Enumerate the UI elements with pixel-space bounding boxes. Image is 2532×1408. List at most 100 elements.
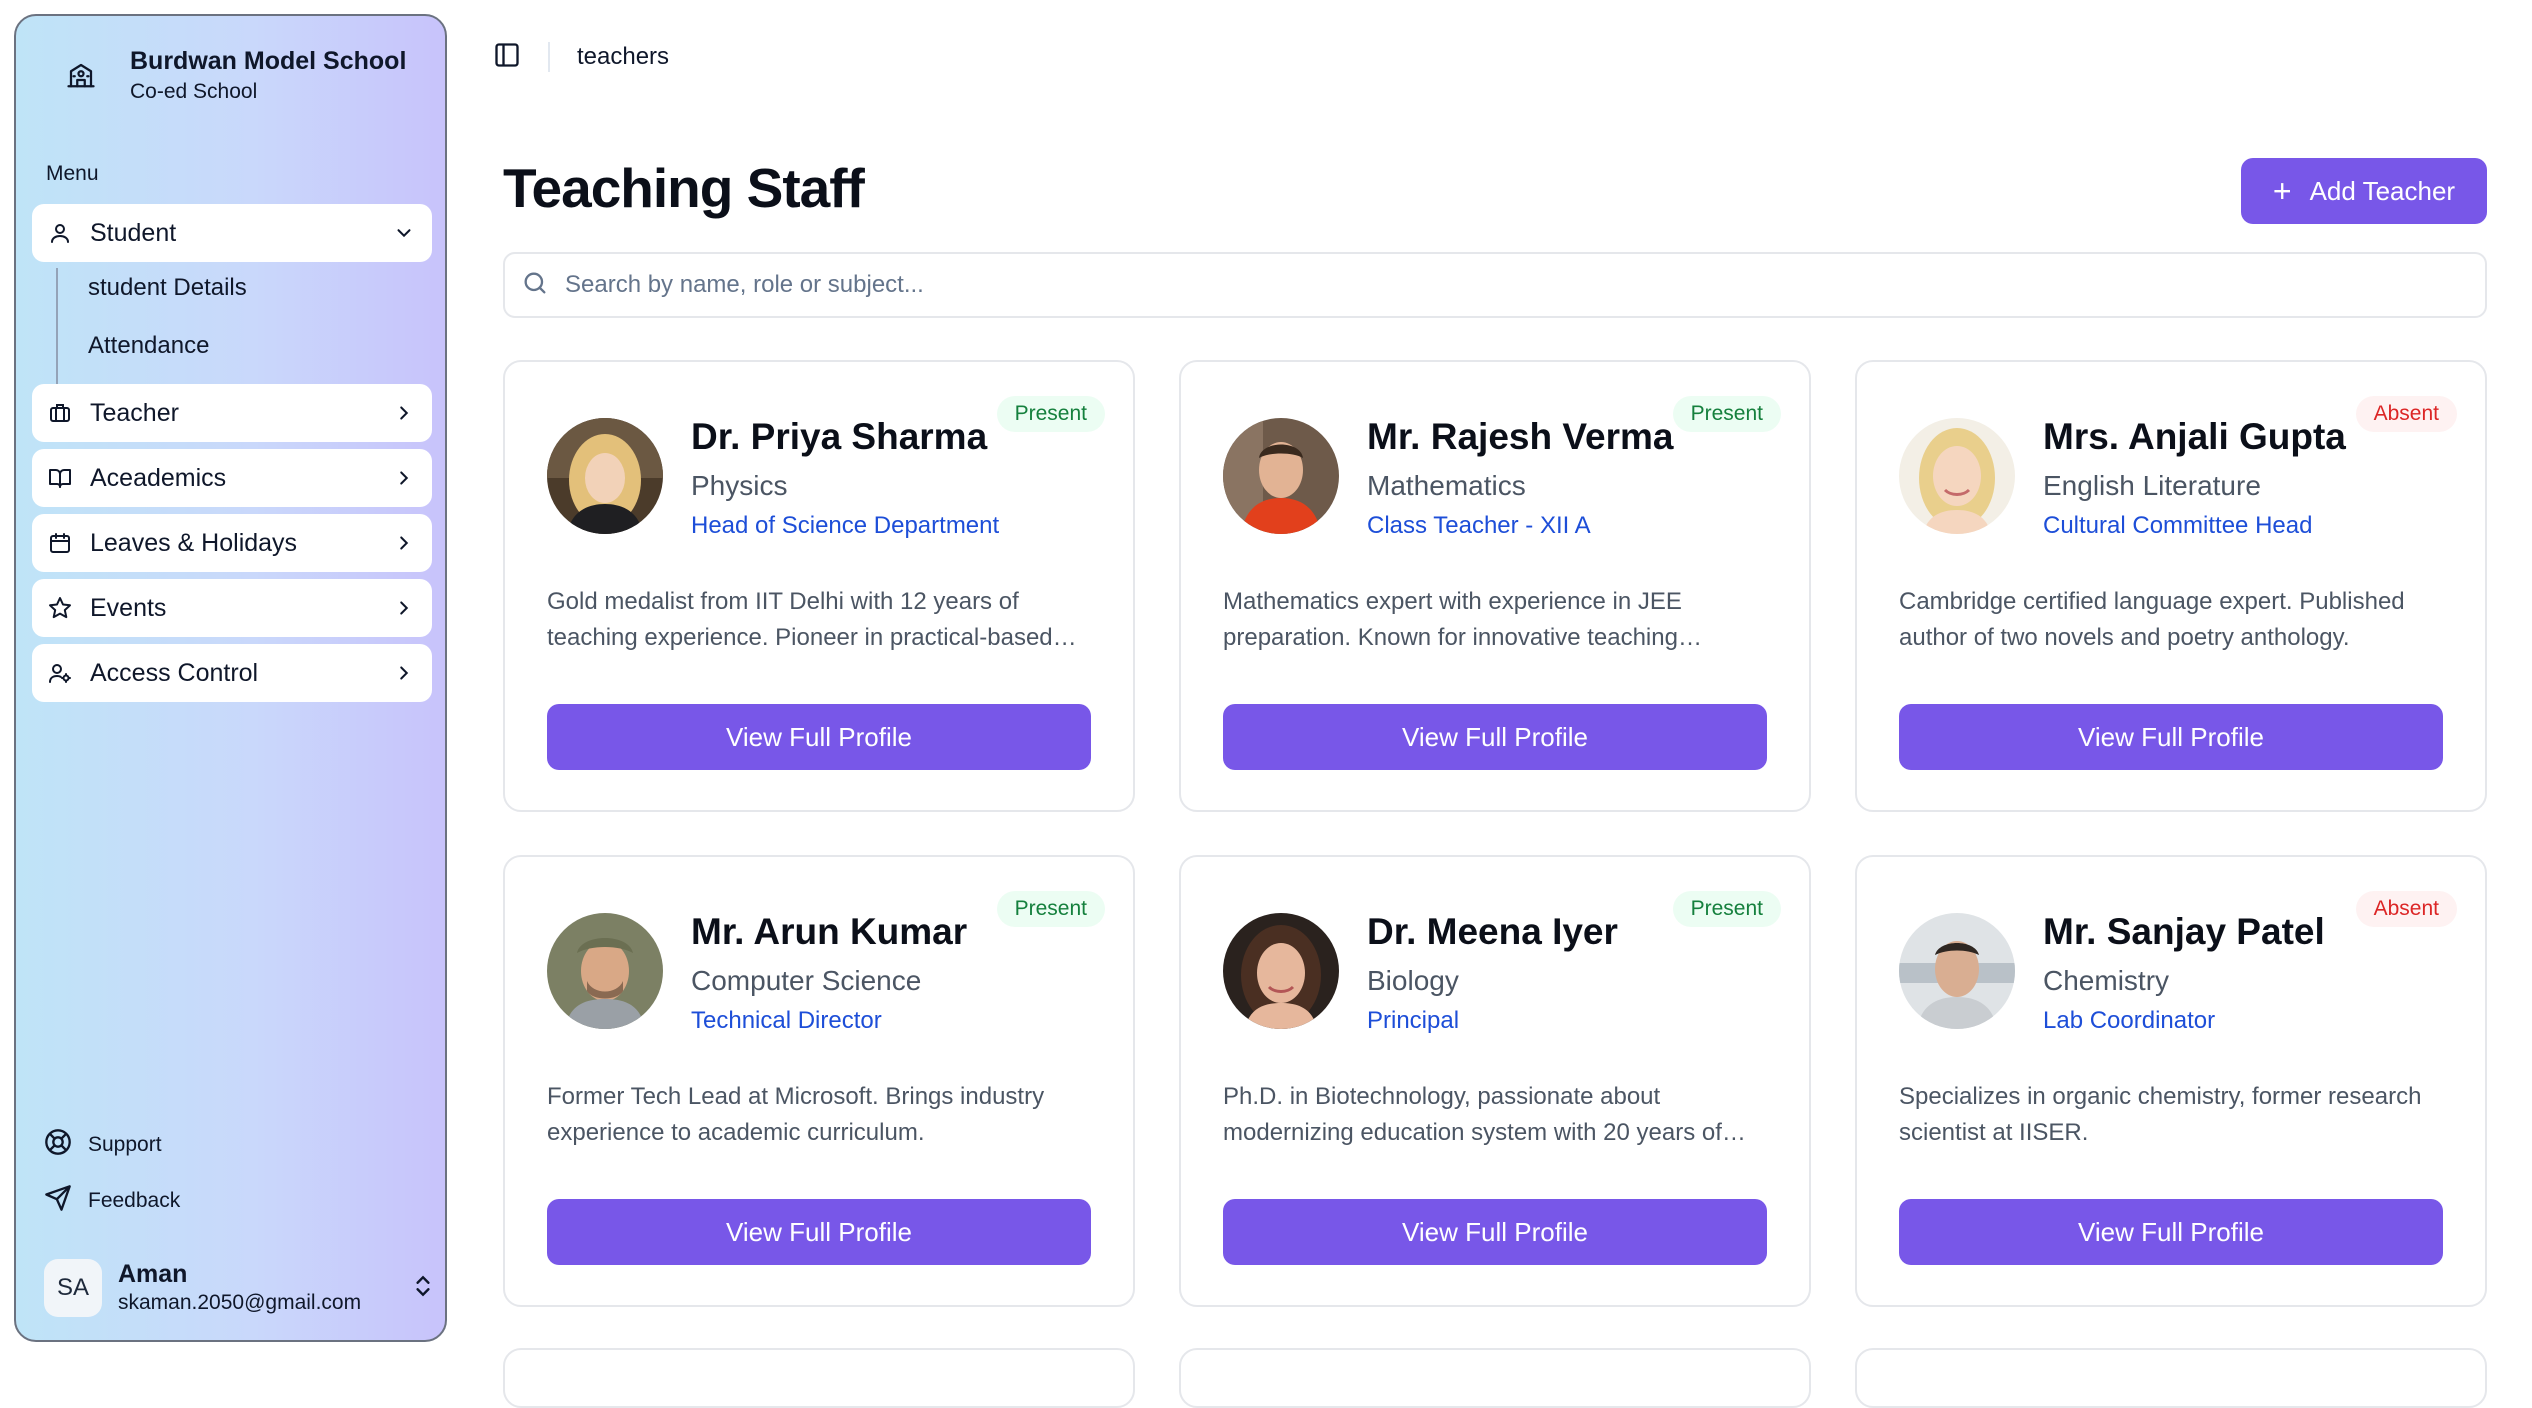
- teacher-subject: Chemistry: [2043, 965, 2170, 996]
- teacher-photo: [547, 418, 663, 534]
- calendar-icon: [46, 529, 74, 557]
- sidebar-item-academics[interactable]: Aceademics: [32, 449, 432, 507]
- teacher-card: Mr. Arun Kumar Computer Science Technica…: [503, 855, 1135, 1307]
- plus-icon: +: [2272, 173, 2292, 209]
- chevron-right-icon: [390, 529, 418, 557]
- sidebar-item-label: Access Control: [90, 658, 259, 687]
- school-name: Burdwan Model School: [130, 47, 407, 75]
- status-badge: Present: [996, 396, 1105, 432]
- status-badge: Absent: [2355, 396, 2457, 432]
- feedback-link[interactable]: Feedback: [44, 1184, 180, 1217]
- teacher-bio: Former Tech Lead at Microsoft. Brings in…: [547, 1083, 1045, 1146]
- status-badge: Present: [1672, 891, 1781, 927]
- status-badge: Absent: [2355, 891, 2457, 927]
- teacher-bio: Cambridge certified language expert. Pub…: [1899, 588, 2405, 651]
- user-email: skaman.2050@gmail.com: [118, 1291, 362, 1314]
- briefcase-icon: [46, 399, 74, 427]
- status-badge: Present: [1672, 396, 1781, 432]
- teacher-card: Mrs. Anjali Gupta English Literature Cul…: [1855, 360, 2487, 812]
- breadcrumb[interactable]: teachers: [577, 43, 669, 71]
- teacher-subject: Physics: [691, 470, 788, 501]
- teacher-card-partial: [1179, 1348, 1811, 1408]
- add-teacher-button[interactable]: + Add Teacher: [2241, 158, 2487, 224]
- view-full-profile-button[interactable]: View Full Profile: [547, 704, 1091, 770]
- sidebar-item-label: Teacher: [90, 398, 179, 427]
- teacher-role[interactable]: Class Teacher - XII A: [1367, 512, 1591, 540]
- sidebar: Burdwan Model School Co-ed School Menu S…: [14, 14, 447, 1342]
- sidebar-item-label: Aceademics: [90, 463, 227, 492]
- teacher-name: Mr. Sanjay Patel: [2043, 911, 2325, 952]
- teacher-photo: [1899, 418, 2015, 534]
- sidebar-subitem-student-details[interactable]: student Details: [88, 274, 247, 302]
- sidebar-item-label: Student: [90, 218, 177, 247]
- teacher-card: Mr. Rajesh Verma Mathematics Class Teach…: [1179, 360, 1811, 812]
- avatar: SA: [44, 1259, 102, 1317]
- sidebar-subitem-attendance[interactable]: Attendance: [88, 332, 209, 360]
- view-full-profile-button[interactable]: View Full Profile: [1223, 1199, 1767, 1265]
- teacher-role[interactable]: Principal: [1367, 1007, 1459, 1035]
- chevrons-up-down-icon: [410, 1273, 436, 1304]
- search-bar: [503, 252, 2487, 318]
- status-badge: Present: [996, 891, 1105, 927]
- view-full-profile-button[interactable]: View Full Profile: [547, 1199, 1091, 1265]
- teacher-photo: [547, 913, 663, 1029]
- topbar-divider: [548, 42, 550, 72]
- menu-label: Menu: [46, 162, 99, 185]
- teacher-card-partial: [503, 1348, 1135, 1408]
- sidebar-item-teacher[interactable]: Teacher: [32, 384, 432, 442]
- teacher-subject: Biology: [1367, 965, 1459, 996]
- teacher-photo: [1223, 418, 1339, 534]
- teacher-name: Dr. Meena Iyer: [1367, 911, 1618, 952]
- teacher-subject: Computer Science: [691, 965, 922, 996]
- teacher-role[interactable]: Head of Science Department: [691, 512, 999, 540]
- teacher-card: Dr. Priya Sharma Physics Head of Science…: [503, 360, 1135, 812]
- sidebar-item-label: Leaves & Holidays: [90, 528, 298, 557]
- chevron-right-icon: [390, 464, 418, 492]
- view-full-profile-button[interactable]: View Full Profile: [1223, 704, 1767, 770]
- user-menu[interactable]: SA Aman skaman.2050@gmail.com: [44, 1252, 436, 1324]
- support-link[interactable]: Support: [44, 1128, 162, 1161]
- teacher-card: Mr. Sanjay Patel Chemistry Lab Coordinat…: [1855, 855, 2487, 1307]
- send-icon: [44, 1184, 72, 1217]
- search-icon: [521, 269, 549, 302]
- teacher-name: Dr. Priya Sharma: [691, 416, 988, 457]
- user-name: Aman: [118, 1260, 188, 1288]
- teacher-role[interactable]: Cultural Committee Head: [2043, 512, 2312, 540]
- panel-left-icon: [493, 41, 521, 74]
- sidebar-toggle-button[interactable]: [490, 40, 524, 74]
- book-open-icon: [46, 464, 74, 492]
- life-buoy-icon: [44, 1128, 72, 1161]
- sidebar-item-events[interactable]: Events: [32, 579, 432, 637]
- submenu-line: [56, 268, 58, 384]
- feedback-label: Feedback: [88, 1188, 181, 1212]
- teacher-subject: English Literature: [2043, 470, 2261, 501]
- school-type: Co-ed School: [130, 80, 258, 103]
- view-full-profile-button[interactable]: View Full Profile: [1899, 1199, 2443, 1265]
- school-brand[interactable]: Burdwan Model School Co-ed School: [56, 44, 406, 106]
- sidebar-item-student[interactable]: Student: [32, 204, 432, 262]
- sidebar-item-access-control[interactable]: Access Control: [32, 644, 432, 702]
- page-title: Teaching Staff: [503, 157, 865, 219]
- chevron-right-icon: [390, 659, 418, 687]
- school-icon: [56, 50, 106, 100]
- add-teacher-label: Add Teacher: [2309, 175, 2456, 206]
- chevron-right-icon: [390, 594, 418, 622]
- teacher-card: Dr. Meena Iyer Biology Principal Present…: [1179, 855, 1811, 1307]
- teacher-photo: [1899, 913, 2015, 1029]
- search-input[interactable]: [565, 271, 2365, 299]
- teacher-bio: Mathematics expert with experience in JE…: [1223, 588, 1682, 651]
- teacher-name: Mr. Arun Kumar: [691, 911, 968, 952]
- teacher-name: Mrs. Anjali Gupta: [2043, 416, 2346, 457]
- user-cog-icon: [46, 659, 74, 687]
- chevron-down-icon: [390, 219, 418, 247]
- view-full-profile-button[interactable]: View Full Profile: [1899, 704, 2443, 770]
- teacher-bio: Gold medalist from IIT Delhi with 12 yea…: [547, 588, 1053, 651]
- sidebar-item-label: Events: [90, 593, 167, 622]
- teacher-role[interactable]: Technical Director: [691, 1007, 882, 1035]
- teacher-bio: Ph.D. in Biotechnology, passionate about…: [1223, 1083, 1722, 1146]
- teacher-name: Mr. Rajesh Verma: [1367, 416, 1674, 457]
- teacher-role[interactable]: Lab Coordinator: [2043, 1007, 2215, 1035]
- sidebar-item-leaves-holidays[interactable]: Leaves & Holidays: [32, 514, 432, 572]
- teacher-subject: Mathematics: [1367, 470, 1526, 501]
- teacher-card-partial: [1855, 1348, 2487, 1408]
